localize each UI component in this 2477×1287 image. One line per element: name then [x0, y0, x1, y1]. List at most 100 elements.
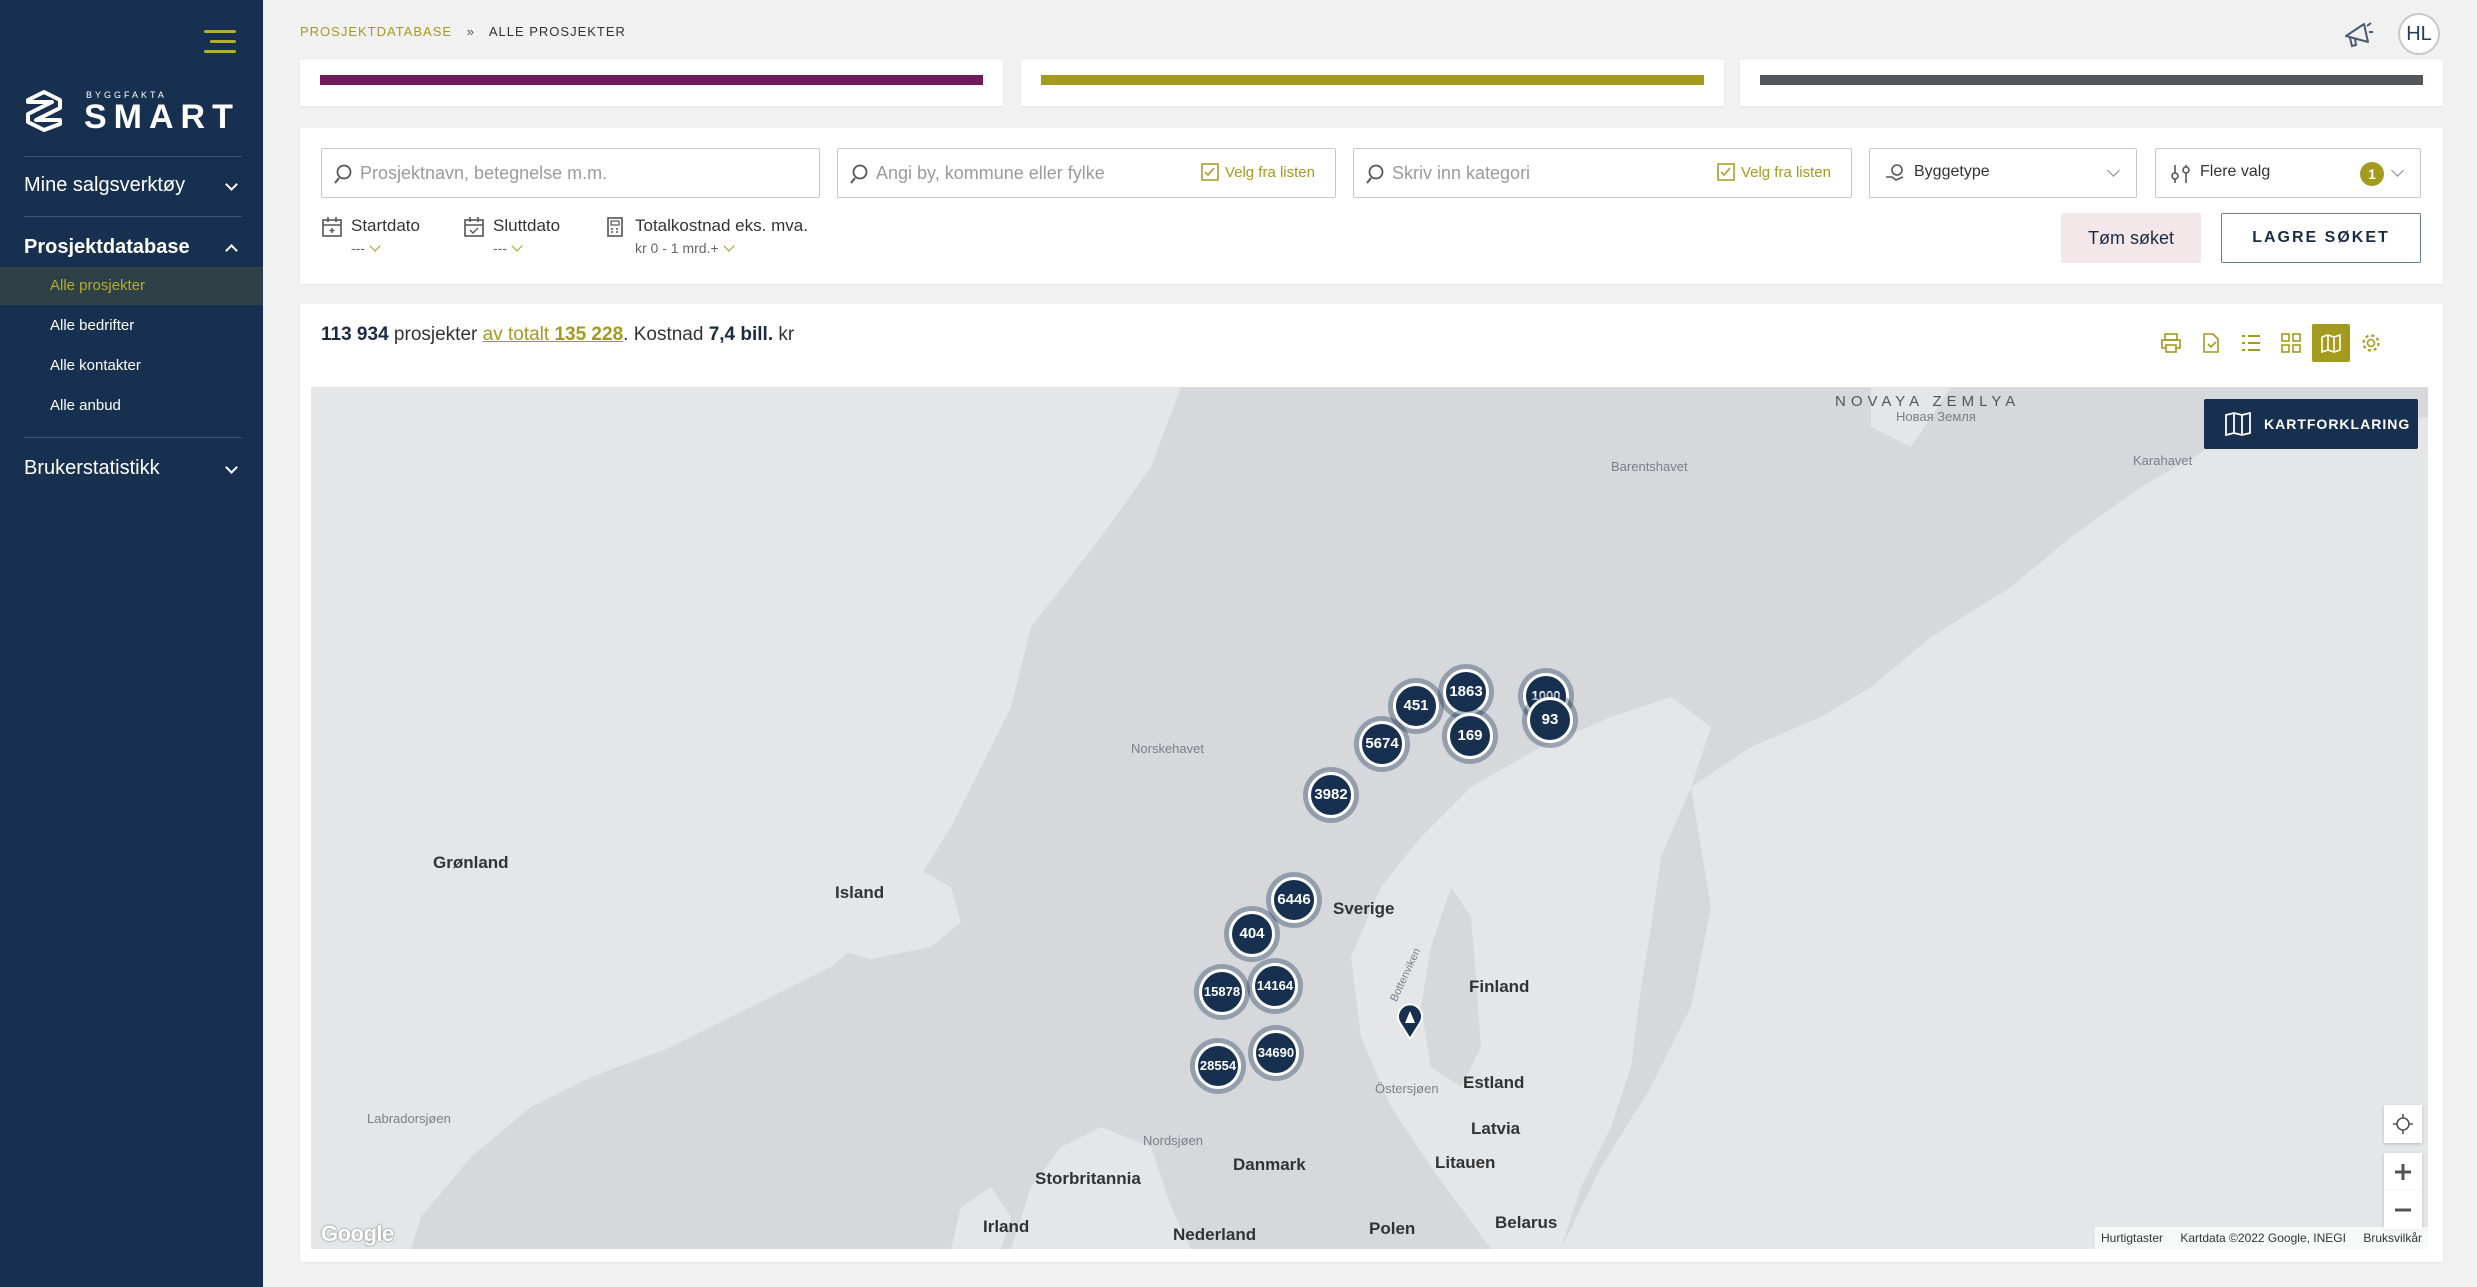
logo-s-icon — [26, 90, 62, 132]
map-cluster[interactable]: 34690 — [1253, 1030, 1299, 1076]
end-date-label: Sluttdato — [493, 216, 561, 235]
map-data-text: Kartdata ©2022 Google, INEGI — [2180, 1231, 2346, 1245]
save-search-button[interactable]: LAGRE SØKET — [2221, 213, 2421, 263]
gear-icon — [2362, 334, 2380, 352]
map-label: Polen — [1369, 1219, 1416, 1238]
sidebar-section-sales-tools[interactable]: Mine salgsverktøy — [24, 174, 242, 197]
map-cluster[interactable]: 1863 — [1443, 669, 1489, 715]
map-cluster[interactable]: 14164 — [1252, 963, 1298, 1009]
location-search-input[interactable] — [876, 149, 1176, 197]
plus-icon — [2395, 1164, 2411, 1180]
result-count: 113 934 — [321, 324, 389, 345]
map-cluster[interactable]: 15878 — [1199, 969, 1245, 1015]
start-date-filter[interactable]: Startdato --- — [321, 216, 431, 260]
project-search-input[interactable] — [360, 149, 810, 197]
end-date-filter[interactable]: Sluttdato --- — [463, 216, 573, 260]
total-projects-link[interactable]: av totalt 135 228 — [483, 324, 624, 345]
category-pick-from-list[interactable]: Velg fra listen — [1717, 163, 1831, 181]
breadcrumb: PROSJEKTDATABASE » ALLE PROSJEKTER — [300, 24, 626, 39]
stat-card-1[interactable] — [300, 60, 1003, 106]
map-cluster[interactable]: 5674 — [1359, 721, 1405, 767]
total-cost: 7,4 bill. — [708, 324, 774, 345]
keyboard-shortcuts-link[interactable]: Hurtigtaster — [2101, 1231, 2163, 1245]
sidebar-section-project-database[interactable]: Prosjektdatabase — [24, 236, 242, 259]
map-legend-label: KARTFORKLARING — [2264, 416, 2411, 432]
cost-prefix: . Kostnad — [623, 324, 704, 345]
sidebar-item-all-contacts[interactable]: Alle kontakter — [0, 347, 263, 385]
list-view-button[interactable] — [2232, 324, 2270, 362]
more-options-label: Flere valg — [2200, 163, 2271, 180]
stat-bar-olive — [1041, 75, 1704, 85]
map-label: Latvia — [1471, 1119, 1521, 1138]
location-pick-from-list[interactable]: Velg fra listen — [1201, 163, 1315, 181]
print-button[interactable] — [2152, 324, 2190, 362]
map-label: Norskehavet — [1131, 741, 1204, 756]
map-cluster[interactable]: 28554 — [1195, 1043, 1241, 1089]
map-background — [311, 387, 2428, 1249]
breadcrumb-project-database[interactable]: PROSJEKTDATABASE — [300, 24, 452, 39]
zoom-out-button[interactable] — [2384, 1191, 2422, 1229]
logo[interactable]: BYGGFAKTA SMART — [24, 86, 234, 136]
category-search-input[interactable] — [1392, 149, 1692, 197]
file-export-icon — [2203, 333, 2219, 353]
map-pin-icon[interactable] — [1395, 1001, 1425, 1041]
location-search-field: Velg fra listen — [837, 148, 1336, 198]
clear-search-button[interactable]: Tøm søket — [2061, 213, 2201, 263]
search-icon — [334, 164, 352, 184]
total-cost-value: kr 0 - 1 mrd.+ — [635, 240, 735, 256]
map-legend-button[interactable]: KARTFORKLARING — [2204, 399, 2418, 449]
grid-view-button[interactable] — [2272, 324, 2310, 362]
my-location-button[interactable] — [2384, 1105, 2422, 1143]
breadcrumb-separator: » — [466, 24, 475, 39]
checklist-icon — [1717, 163, 1735, 181]
map-icon — [2321, 333, 2341, 354]
map-label: Estland — [1463, 1073, 1525, 1092]
start-date-label: Startdato — [351, 216, 420, 235]
avatar[interactable]: HL — [2398, 13, 2440, 55]
sidebar-section-user-statistics[interactable]: Brukerstatistikk — [24, 457, 242, 480]
minus-icon — [2395, 1208, 2411, 1212]
sidebar-item-all-companies[interactable]: Alle bedrifter — [0, 307, 263, 345]
map-label: Island — [835, 883, 885, 902]
end-date-value: --- — [493, 240, 523, 256]
map-label: Barentshavet — [1611, 459, 1688, 474]
chevron-down-icon — [225, 178, 238, 191]
total-cost-filter[interactable]: Totalkostnad eks. mva. kr 0 - 1 mrd.+ — [605, 216, 808, 260]
chevron-up-icon — [225, 244, 238, 257]
map-label: Karahavet — [2133, 453, 2193, 468]
sidebar-item-all-tenders[interactable]: Alle anbud — [0, 387, 263, 425]
map-cluster[interactable]: 404 — [1229, 911, 1275, 957]
more-options-select[interactable]: Flere valg 1 — [2155, 148, 2421, 198]
map-cluster[interactable]: 3982 — [1308, 772, 1354, 818]
sidebar-item-all-projects[interactable]: Alle prosjekter — [0, 267, 263, 305]
grid-icon — [2281, 333, 2301, 353]
search-icon — [850, 164, 868, 184]
terms-link[interactable]: Bruksvilkår — [2363, 1231, 2422, 1245]
map-label: Danmark — [1233, 1155, 1306, 1174]
currency: kr — [778, 324, 795, 345]
megaphone-icon[interactable] — [2340, 16, 2374, 50]
calendar-check-icon — [464, 217, 484, 237]
project-map[interactable]: NOVAYA ZEMLYA Новая Земля Barentshavet K… — [311, 387, 2428, 1249]
map-cluster[interactable]: 169 — [1447, 713, 1493, 759]
map-cluster[interactable]: 93 — [1527, 697, 1573, 743]
map-label: Новая Земля — [1896, 409, 1976, 424]
settings-button[interactable] — [2352, 324, 2390, 362]
map-attribution: Hurtigtaster Kartdata ©2022 Google, INEG… — [2094, 1227, 2428, 1249]
map-label: Belarus — [1495, 1213, 1558, 1232]
menu-icon[interactable] — [204, 30, 236, 54]
category-search-field: Velg fra listen — [1353, 148, 1852, 198]
map-label: Nederland — [1173, 1225, 1257, 1244]
stat-card-2[interactable] — [1021, 60, 1724, 106]
map-cluster[interactable]: 6446 — [1271, 877, 1317, 923]
project-search-field — [321, 148, 820, 198]
total-cost-label: Totalkostnad eks. mva. — [635, 216, 808, 235]
export-button[interactable] — [2192, 324, 2230, 362]
building-type-select[interactable]: Byggetype — [1869, 148, 2137, 198]
stat-card-3[interactable] — [1740, 60, 2443, 106]
calculator-icon — [607, 217, 623, 237]
search-filter-panel: Velg fra listen Velg fra listen Byggetyp… — [300, 128, 2443, 284]
zoom-in-button[interactable] — [2384, 1153, 2422, 1191]
map-view-button[interactable] — [2312, 324, 2350, 362]
map-cluster[interactable]: 451 — [1393, 683, 1439, 729]
